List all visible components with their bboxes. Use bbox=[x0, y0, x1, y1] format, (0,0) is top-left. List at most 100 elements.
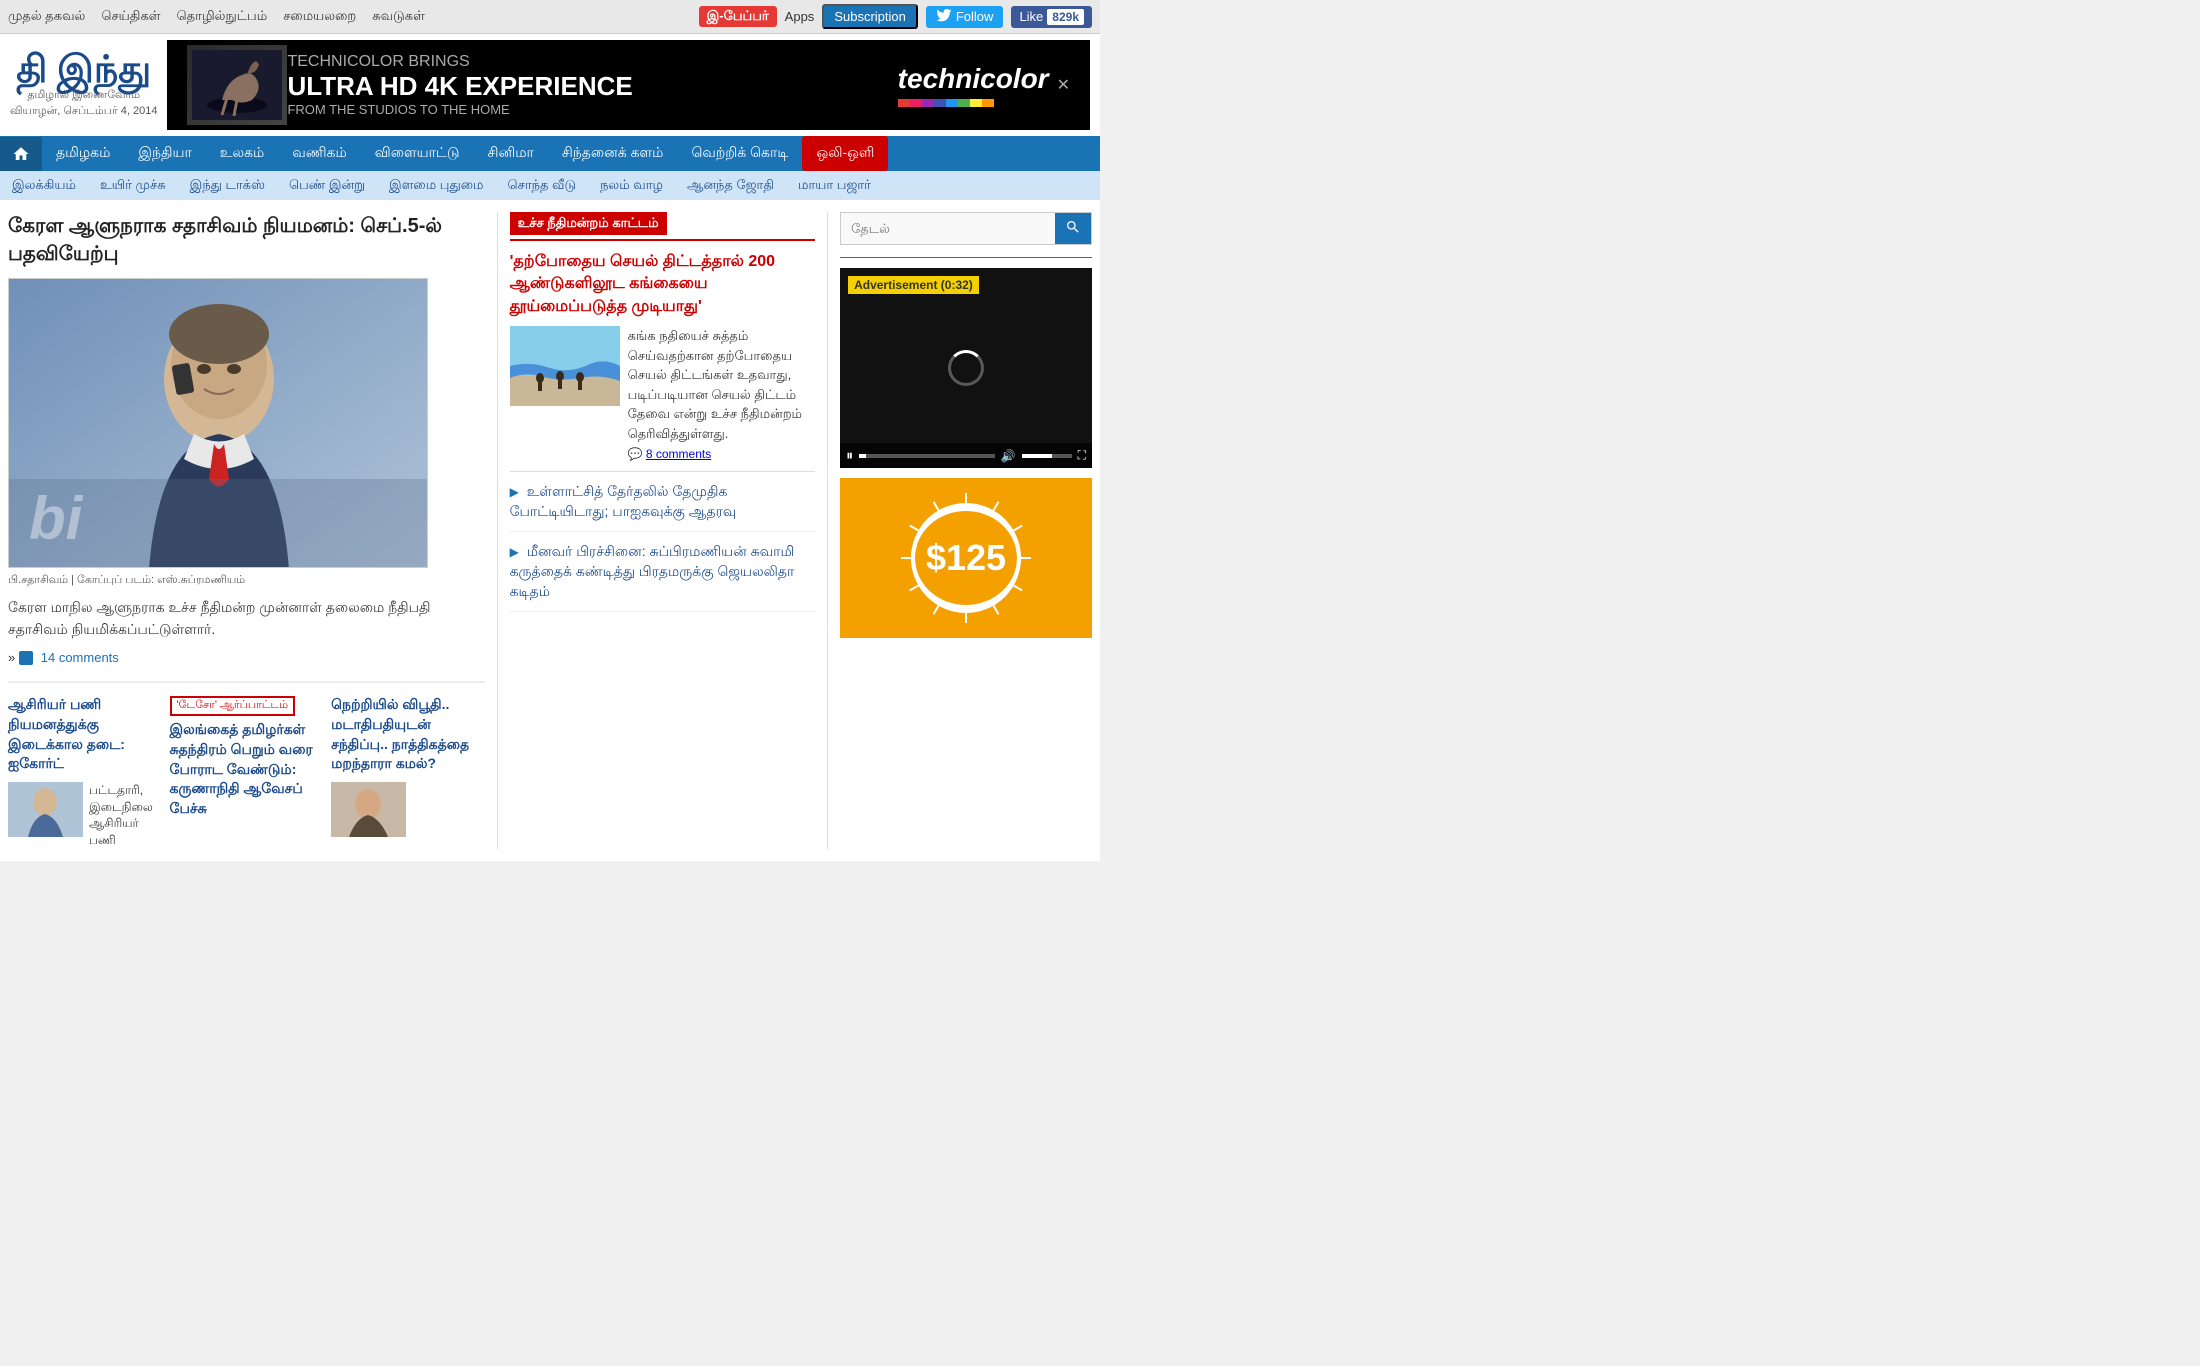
mid-story-3: ▶ மீனவர் பிரச்சினை: சுப்பிரமணியன் சுவாமி… bbox=[510, 542, 816, 612]
comment-count-link[interactable]: 8 comments bbox=[646, 447, 711, 461]
thumb-image-3 bbox=[331, 782, 406, 837]
video-progress-bar[interactable] bbox=[859, 454, 995, 458]
volume-bar[interactable] bbox=[1022, 454, 1072, 458]
comment-icon bbox=[19, 651, 33, 665]
site-logo[interactable]: தி இந்து bbox=[16, 51, 151, 89]
mid-story-comments: 💬 8 comments bbox=[628, 447, 816, 461]
mid-story-2-title[interactable]: ▶ உள்ளாட்சித் தேர்தலில் தேமுதிக போட்டியி… bbox=[510, 482, 816, 521]
bottom-thumb-3 bbox=[331, 782, 406, 837]
sub-nav-health[interactable]: நலம் வாழ bbox=[596, 175, 667, 196]
top-bar: முதல் தகவல் செய்திகள் தொழில்நுட்பம் சமைய… bbox=[0, 0, 1100, 34]
nav-link-news[interactable]: செய்திகள் bbox=[101, 8, 160, 25]
logo-area: தி இந்து தமிழால் இணைவோம் வியாழன், செப்டம… bbox=[10, 51, 157, 119]
read-more-arrow: » bbox=[8, 650, 15, 665]
top-nav-links: முதல் தகவல் செய்திகள் தொழில்நுட்பம் சமைய… bbox=[8, 8, 425, 25]
bottom-col-2: 'டேசோ' ஆர்ப்பாட்டம் இலங்கைத் தமிழர்கள் ச… bbox=[170, 695, 324, 849]
main-article-image: bi bbox=[8, 278, 428, 568]
right-divider bbox=[840, 257, 1092, 258]
dollar-display: $125 bbox=[911, 507, 1021, 609]
nav-cinema[interactable]: சினிமா bbox=[474, 136, 548, 171]
dollar-circle: $125 bbox=[911, 503, 1021, 613]
image-caption: பி.சதாசிவம் | கோப்புப் படம்: எஸ்.சுப்ரமண… bbox=[8, 574, 485, 588]
epaper-button[interactable]: இ-பேப்பர் bbox=[699, 6, 777, 27]
right-advertisement[interactable]: $125 bbox=[840, 478, 1092, 638]
main-navigation: தமிழகம் இந்தியா உலகம் வணிகம் விளையாட்டு … bbox=[0, 136, 1100, 171]
close-ad-button[interactable]: ✕ bbox=[1057, 75, 1070, 95]
video-ad-label: Advertisement (0:32) bbox=[848, 276, 979, 294]
header-advertisement[interactable]: TECHNICOLOR BRINGS ULTRA HD 4K EXPERIENC… bbox=[167, 40, 1090, 130]
sub-nav-life[interactable]: உயிர் முச்சு bbox=[96, 175, 170, 196]
nav-link-home[interactable]: முதல் தகவல் bbox=[8, 8, 85, 25]
nav-success[interactable]: வெற்றிக் கொடி bbox=[677, 136, 802, 171]
sub-nav-youth[interactable]: இளமை புதுமை bbox=[385, 175, 487, 196]
main-article-body: கேரள மாநில ஆளுநராக உச்ச நீதிமன்ற முன்னாள… bbox=[8, 596, 485, 641]
nav-multimedia[interactable]: ஒலி-ஒளி bbox=[802, 136, 888, 171]
mid-story-thumb bbox=[510, 326, 620, 406]
nav-tamilnadu[interactable]: தமிழகம் bbox=[42, 136, 124, 171]
thumb-image-1 bbox=[8, 782, 83, 837]
bottom-article-1: பட்டதாரி, இடைநிலை ஆசிரியர் பணி bbox=[8, 782, 162, 849]
mid-main-story-title[interactable]: 'தற்போதைய செயல் திட்டத்தால் 200 ஆண்டுகளி… bbox=[510, 251, 816, 318]
video-player[interactable]: Advertisement (0:32) ⏸ 🔊 ⛶ bbox=[840, 268, 1092, 468]
subscription-button[interactable]: Subscription bbox=[822, 4, 918, 29]
bottom-headline-1[interactable]: ஆசிரியர் பணி நியமனத்துக்கு இடைக்கால தடை:… bbox=[8, 695, 162, 773]
facebook-like-button[interactable]: Like 829k bbox=[1011, 6, 1092, 28]
ad-text: TECHNICOLOR BRINGS ULTRA HD 4K EXPERIENC… bbox=[287, 53, 897, 117]
ad-image bbox=[187, 45, 287, 125]
home-button[interactable] bbox=[0, 137, 42, 171]
comment-icon-mid: 💬 bbox=[628, 447, 643, 461]
story-arrow-2: ▶ bbox=[510, 485, 519, 499]
twitter-follow-button[interactable]: Follow bbox=[926, 6, 1004, 28]
sub-nav-women[interactable]: பெண் இன்று bbox=[285, 175, 369, 196]
pause-button[interactable]: ⏸ bbox=[846, 447, 853, 464]
mid-story-with-image: கங்க நதியைச் சுத்தம் செய்வதற்கான தற்போதை… bbox=[510, 326, 816, 461]
bottom-headline-3[interactable]: நெற்றியில் விபூதி.. மடாதிபதியுடன் சந்திப… bbox=[331, 695, 485, 773]
section-header: உச்ச நீதிமன்றம் காட்டம் bbox=[510, 212, 816, 241]
dollar-amount: $125 bbox=[926, 540, 1006, 576]
publication-date: வியாழன், செப்டம்பர் 4, 2014 bbox=[10, 105, 157, 119]
mid-story-2: ▶ உள்ளாட்சித் தேர்தலில் தேமுதிக போட்டியி… bbox=[510, 482, 816, 532]
mid-story-text: கங்க நதியைச் சுத்தம் செய்வதற்கான தற்போதை… bbox=[628, 326, 816, 443]
article-photo: bi bbox=[9, 279, 428, 568]
nav-india[interactable]: இந்தியா bbox=[124, 136, 205, 171]
sub-nav-jothi[interactable]: ஆனந்த ஜோதி bbox=[683, 175, 778, 196]
search-box bbox=[840, 212, 1092, 245]
story-arrow-3: ▶ bbox=[510, 545, 519, 559]
sub-navigation: இலக்கியம் உயிர் முச்சு இந்து டாக்ஸ் பெண்… bbox=[0, 171, 1100, 200]
svg-text:bi: bi bbox=[29, 485, 84, 552]
nav-link-food[interactable]: சமையலறை bbox=[283, 8, 356, 25]
nav-business[interactable]: வணிகம் bbox=[278, 136, 360, 171]
video-progress-fill bbox=[859, 454, 866, 458]
volume-fill bbox=[1022, 454, 1052, 458]
spinner-circle bbox=[948, 350, 984, 386]
bottom-article-grid: ஆசிரியர் பணி நியமனத்துக்கு இடைக்கால தடை:… bbox=[8, 681, 485, 849]
video-spinner bbox=[948, 350, 984, 386]
nav-sports[interactable]: விளையாட்டு bbox=[361, 136, 474, 171]
main-article-headline: கேரள ஆளுநராக சதாசிவம் நியமனம்: செப்.5-ல்… bbox=[8, 212, 485, 268]
sub-nav-maya[interactable]: மாயா பஜார் bbox=[794, 175, 875, 196]
nav-world[interactable]: உலகம் bbox=[206, 136, 279, 171]
apps-link[interactable]: Apps bbox=[785, 9, 815, 24]
nav-link-tech[interactable]: தொழில்நுட்பம் bbox=[177, 8, 268, 25]
sub-nav-literature[interactable]: இலக்கியம் bbox=[8, 175, 80, 196]
header: தி இந்து தமிழால் இணைவோம் வியாழன், செப்டம… bbox=[0, 34, 1100, 136]
video-controls: ⏸ 🔊 ⛶ bbox=[840, 443, 1092, 468]
sub-nav-home[interactable]: சொந்த வீடு bbox=[504, 175, 581, 196]
logo-subtitle: தமிழால் இணைவோம் bbox=[27, 89, 140, 103]
twitter-icon bbox=[936, 9, 952, 25]
nav-link-taste[interactable]: சுவடுகள் bbox=[372, 8, 425, 25]
bottom-col-3: நெற்றியில் விபூதி.. மடாதிபதியுடன் சந்திப… bbox=[331, 695, 485, 849]
nav-opinion[interactable]: சிந்தனைக் களம் bbox=[548, 136, 678, 171]
search-input[interactable] bbox=[841, 213, 1055, 244]
search-button[interactable] bbox=[1055, 213, 1091, 244]
fullscreen-button[interactable]: ⛶ bbox=[1078, 448, 1086, 463]
top-right-buttons: இ-பேப்பர் Apps Subscription Follow Like … bbox=[699, 4, 1092, 29]
sub-nav-hindu-talks[interactable]: இந்து டாக்ஸ் bbox=[186, 175, 269, 196]
section-badge-2: 'டேசோ' ஆர்ப்பாட்டம் bbox=[170, 696, 296, 716]
bottom-headline-2[interactable]: இலங்கைத் தமிழர்கள் சுதந்திரம் பெறும் வரை… bbox=[170, 720, 324, 818]
mid-story-3-title[interactable]: ▶ மீனவர் பிரச்சினை: சுப்பிரமணியன் சுவாமி… bbox=[510, 542, 816, 601]
ad-brand: technicolor bbox=[898, 63, 1049, 107]
mid-story-text-area: கங்க நதியைச் சுத்தம் செய்வதற்கான தற்போதை… bbox=[628, 326, 816, 461]
volume-icon[interactable]: 🔊 bbox=[1001, 449, 1016, 463]
comment-link[interactable]: 14 comments bbox=[19, 650, 119, 665]
